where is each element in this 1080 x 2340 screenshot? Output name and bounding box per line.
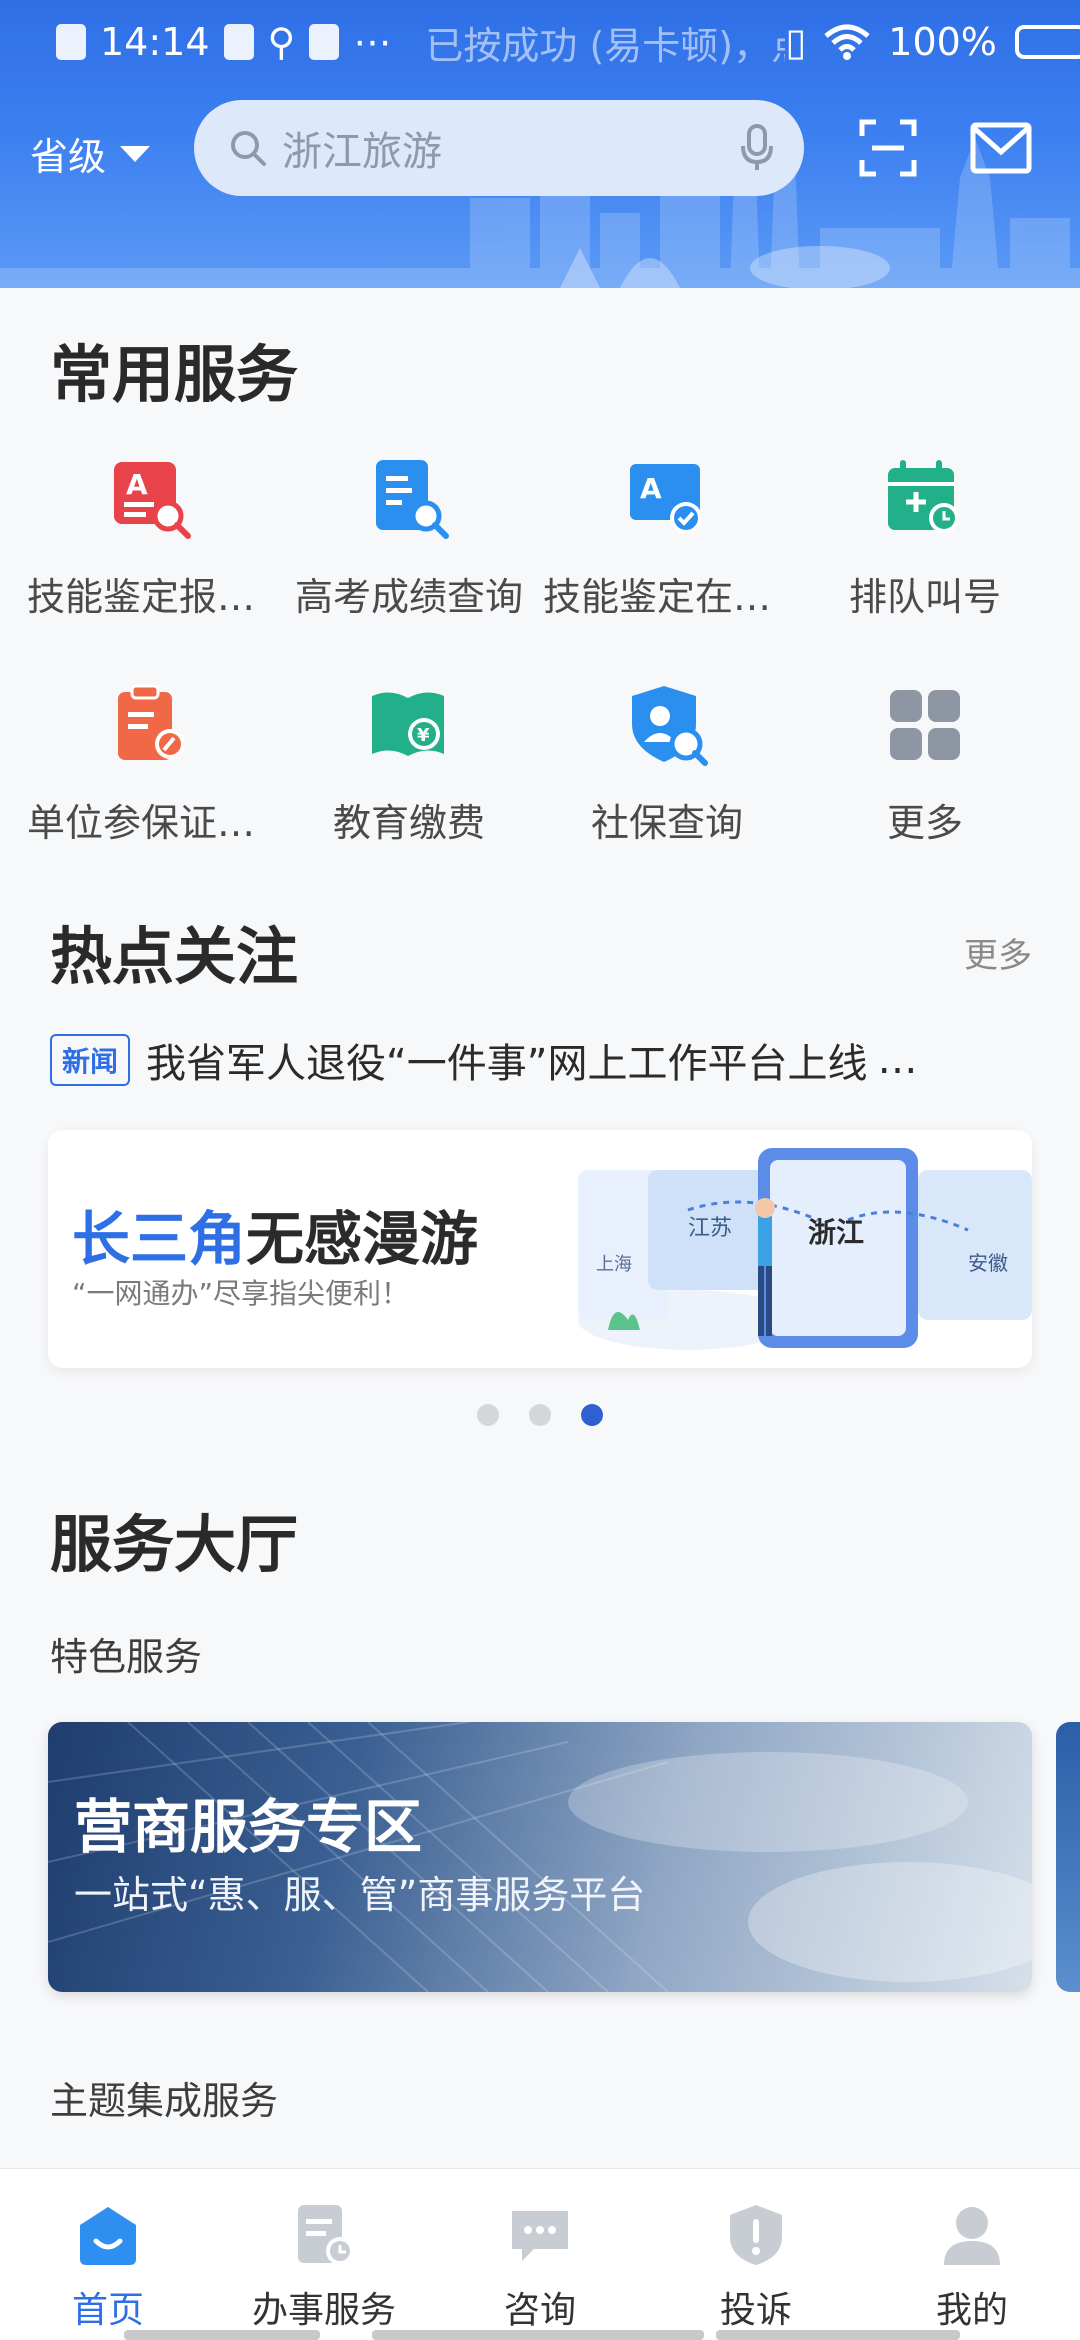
nav-profile[interactable]: 我的 — [864, 2193, 1080, 2333]
search-placeholder[interactable]: 浙江旅游 — [282, 119, 740, 177]
service-queue-number[interactable]: 排队叫号 — [789, 458, 1059, 678]
status-time: 14:14 — [100, 20, 210, 64]
hot-topics-more-link[interactable]: 更多 — [964, 928, 1032, 977]
news-tag: 新闻 — [50, 1034, 131, 1086]
clipboard-icon — [223, 24, 254, 60]
service-skill-exam-query[interactable]: A 技能鉴定报名查询 — [15, 458, 285, 678]
service-label: 高考成绩查询 — [294, 575, 523, 619]
battery-percent: 100% — [888, 20, 997, 64]
svg-text:A: A — [640, 472, 662, 505]
service-education-payment[interactable]: ¥ 教育缴费 — [273, 684, 543, 904]
promo-banner[interactable]: 长三角无感漫游 “一网通办”尽享指尖便利！ 上海 江苏 浙江 安徽 — [48, 1130, 1032, 1368]
service-label: 技能鉴定报名查询 — [27, 575, 275, 619]
region-selector[interactable]: 省级 — [30, 126, 151, 181]
service-label: 更多 — [886, 801, 963, 845]
status-bar: 14:14 ⚲ ⋯ 已按成功 (易卡顿)，点击查看 ▯ 100% — [0, 0, 1080, 84]
search-bar[interactable]: 浙江旅游 — [194, 100, 804, 196]
app-notification-icon — [309, 24, 340, 60]
search-icon — [231, 131, 266, 166]
service-label: 排队叫号 — [848, 575, 1001, 619]
region-label: 省级 — [30, 135, 107, 179]
usb-icon: ⚲ — [267, 20, 296, 64]
nav-home[interactable]: 首页 — [0, 2193, 216, 2333]
header: 14:14 ⚲ ⋯ 已按成功 (易卡顿)，点击查看 ▯ 100% 省级 — [0, 0, 1080, 288]
clipboard-edit-icon — [118, 684, 185, 760]
gesture-bar-segment — [124, 2330, 320, 2340]
service-more[interactable]: 更多 — [789, 684, 1059, 904]
service-gaokao-score[interactable]: 高考成绩查询 — [273, 458, 543, 678]
sim-icon — [56, 24, 86, 60]
news-headline: 我省军人退役“一件事”网上工作平台上线 — [146, 1041, 868, 1087]
featured-services-label: 特色服务 — [50, 1635, 203, 1679]
carousel-indicator — [0, 1404, 1080, 1426]
vibrate-icon: ▯ — [785, 20, 807, 64]
bottom-navigation: 首页 办事服务 咨询 投诉 我的 — [0, 2168, 1080, 2340]
carousel-dot-3-active[interactable] — [581, 1404, 603, 1426]
shield-user-icon — [632, 686, 708, 766]
service-skill-exam-register[interactable]: A 技能鉴定在线报名 — [531, 458, 801, 678]
map-label-anhui: 安徽 — [968, 1251, 1008, 1275]
themed-services-label: 主题集成服务 — [50, 2079, 279, 2123]
nav-label: 投诉 — [719, 2290, 792, 2331]
service-insurance-certificate[interactable]: 单位参保证明打印 — [15, 684, 285, 904]
nav-label: 我的 — [935, 2290, 1008, 2331]
map-label-zhejiang: 浙江 — [808, 1216, 864, 1249]
main-content: 常用服务 A 技能鉴定报名查询 高考成绩查询 — [0, 288, 1080, 2168]
yangtze-delta-map-illustration: 上海 江苏 浙江 安徽 — [578, 1148, 1032, 1350]
business-services-card[interactable]: 营商服务专区 一站式“惠、服、管”商事服务平台 — [48, 1722, 1032, 1992]
ellipsis-icon: … — [877, 1037, 918, 1083]
service-social-security-query[interactable]: 社保查询 — [531, 684, 801, 904]
user-icon — [944, 2207, 1000, 2265]
status-notice: 已按成功 (易卡顿)，点击查看 — [425, 23, 785, 68]
top-bar: 省级 浙江旅游 — [0, 100, 1080, 200]
mail-icon[interactable] — [970, 122, 1032, 174]
more-notifications-icon: ⋯ — [353, 20, 392, 64]
hot-topics-title: 热点关注 — [50, 920, 299, 993]
next-feature-card-peek[interactable] — [1056, 1722, 1080, 1992]
home-icon — [80, 2207, 136, 2265]
service-label: 技能鉴定在线报名 — [543, 575, 791, 619]
book-yuan-icon: ¥ — [372, 692, 444, 756]
nav-complaint[interactable]: 投诉 — [648, 2193, 864, 2333]
battery-icon — [1014, 25, 1080, 59]
calendar-clock-icon — [888, 460, 959, 533]
doc-search-icon — [376, 460, 449, 539]
service-label: 单位参保证明打印 — [27, 801, 275, 845]
service-label: 社保查询 — [590, 801, 743, 845]
nav-services[interactable]: 办事服务 — [216, 2193, 432, 2333]
skill-exam-search-icon: A — [114, 462, 191, 539]
wifi-icon — [824, 24, 870, 60]
carousel-dot-2[interactable] — [529, 1404, 551, 1426]
svg-text:¥: ¥ — [417, 725, 430, 746]
document-clock-icon — [298, 2205, 354, 2265]
banner-subtitle: “一网通办”尽享指尖便利！ — [72, 1277, 410, 1310]
service-label: 教育缴费 — [332, 801, 485, 845]
carousel-dot-1[interactable] — [477, 1404, 499, 1426]
common-services-title: 常用服务 — [50, 338, 299, 411]
nav-label: 办事服务 — [251, 2290, 396, 2331]
banner-title-highlight: 长三角 — [72, 1205, 247, 1273]
mic-icon[interactable] — [740, 124, 774, 172]
scan-icon[interactable] — [858, 118, 918, 178]
nav-consult[interactable]: 咨询 — [432, 2193, 648, 2333]
chat-bubble-icon — [512, 2211, 568, 2261]
banner-title-rest: 无感漫游 — [246, 1205, 479, 1273]
map-label-shanghai: 上海 — [596, 1254, 632, 1275]
banner-title: 长三角无感漫游 — [72, 1192, 478, 1276]
gesture-bar-segment — [716, 2330, 960, 2340]
map-label-jiangsu: 江苏 — [688, 1216, 732, 1241]
skill-check-icon: A — [630, 464, 702, 534]
shield-alert-icon — [730, 2205, 782, 2265]
gesture-bar-segment — [372, 2330, 704, 2340]
nav-label: 首页 — [71, 2290, 144, 2331]
feature-card-subtitle: 一站式“惠、服、管”商事服务平台 — [74, 1873, 646, 1917]
news-ticker[interactable]: 新闻 我省军人退役“一件事”网上工作平台上线 … — [50, 1032, 1040, 1088]
grid-more-icon — [890, 690, 960, 760]
nav-label: 咨询 — [503, 2290, 576, 2331]
service-hall-title: 服务大厅 — [50, 1508, 299, 1581]
caret-down-icon — [120, 145, 151, 162]
feature-card-title: 营商服务专区 — [74, 1793, 423, 1861]
svg-text:A: A — [126, 468, 148, 501]
